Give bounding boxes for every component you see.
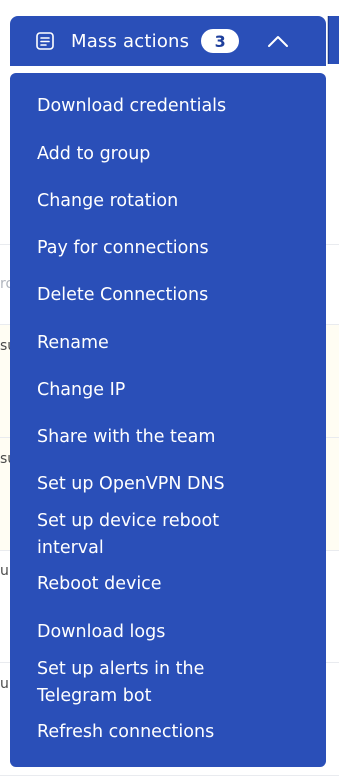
- chevron-up-icon[interactable]: [265, 28, 291, 54]
- menu-item-telegram-alerts[interactable]: Set up alerts in the Telegram bot: [37, 656, 237, 710]
- page: ro su su up up Mass actions 3 Download c…: [0, 0, 339, 783]
- menu-item-reboot-device[interactable]: Reboot device: [37, 571, 307, 598]
- adjacent-toolbar-button[interactable]: [328, 16, 339, 64]
- list-icon: [35, 31, 55, 51]
- menu-item-pay-for-connections[interactable]: Pay for connections: [37, 235, 307, 262]
- mass-actions-label: Mass actions: [71, 30, 190, 52]
- selected-count-badge: 3: [201, 29, 240, 53]
- menu-item-reboot-interval[interactable]: Set up device reboot interval: [37, 508, 257, 562]
- menu-item-add-to-group[interactable]: Add to group: [37, 141, 307, 168]
- menu-item-change-ip[interactable]: Change IP: [37, 377, 307, 404]
- menu-item-openvpn-dns[interactable]: Set up OpenVPN DNS: [37, 471, 307, 498]
- menu-item-rename[interactable]: Rename: [37, 330, 307, 357]
- menu-item-share-with-team[interactable]: Share with the team: [37, 424, 307, 451]
- menu-item-download-logs[interactable]: Download logs: [37, 619, 307, 646]
- mass-actions-button[interactable]: Mass actions 3: [10, 16, 326, 66]
- menu-item-delete-connections[interactable]: Delete Connections: [37, 282, 307, 309]
- menu-item-change-rotation[interactable]: Change rotation: [37, 188, 307, 215]
- menu-item-refresh-connections[interactable]: Refresh connections: [37, 719, 307, 746]
- mass-actions-menu: Download credentials Add to group Change…: [10, 73, 326, 767]
- table-divider: [0, 775, 339, 776]
- menu-item-download-credentials[interactable]: Download credentials: [37, 93, 307, 120]
